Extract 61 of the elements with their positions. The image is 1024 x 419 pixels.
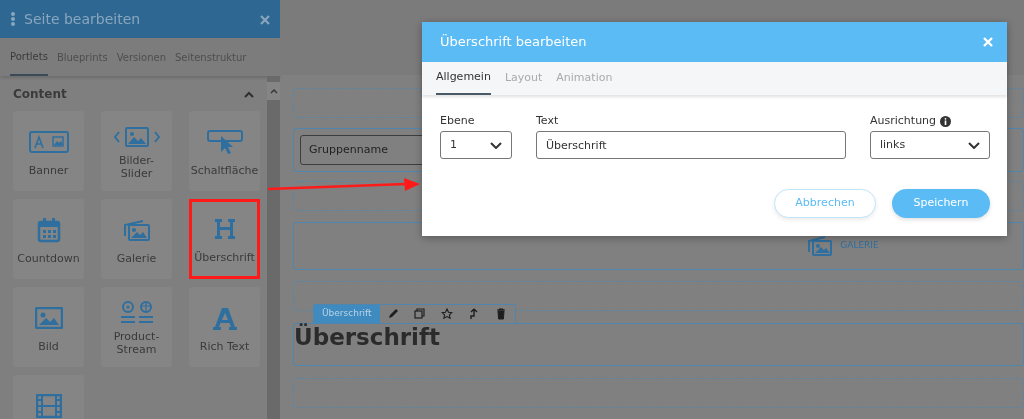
chevron-down-icon [490,141,502,149]
collapse-toggle[interactable] [244,90,254,98]
cancel-button[interactable]: Abbrechen [774,189,876,218]
section-title: Content [13,86,67,103]
portlet-tile[interactable]: Countdown [13,199,84,279]
field-label: Ebene [440,112,475,129]
letter-a-icon [212,306,237,330]
portlet-label: Banner [28,165,69,178]
dialog-tab[interactable]: Animation [556,62,613,95]
film-icon [35,394,62,418]
panel-title: Seite bearbeiten [24,9,142,29]
portlet-label: Überschrift [194,252,255,265]
dialog-tab[interactable]: Allgemein [436,62,491,95]
portlet-label: Bild [38,341,59,354]
portlet-tile[interactable]: Schaltfläche [189,111,260,191]
portlet-tile[interactable]: Rich Text [189,287,260,367]
chevron-up-icon [244,90,254,98]
scroll-up-button[interactable] [267,82,280,100]
banner-icon [28,131,69,153]
portlet-label: Countdown [17,253,80,266]
star-icon [441,308,454,320]
duplicate-icon [414,308,427,320]
dialog-tab[interactable]: Layout [504,62,543,95]
close-icon [983,37,993,47]
heading-letter-icon [213,217,236,241]
gallery-icon [808,236,833,256]
portlet-label: Schaltfläche [190,165,259,178]
text-input-field[interactable]: Überschrift [536,131,846,159]
select-field[interactable]: 1 [440,131,512,159]
product-stream-icon [119,301,154,325]
trash-icon [495,308,508,320]
drag-handle-icon[interactable] [10,11,16,27]
close-icon [260,14,270,25]
toolbar-label: Überschrift [314,305,380,323]
save-button[interactable]: Speichern [892,189,990,218]
portlet-tile[interactable]: Product-Stream [101,287,172,367]
pencil-icon [387,308,400,320]
portlet-label: Rich Text [199,341,250,354]
field-label: Ausrichtung [870,112,937,129]
gallery-label: GALERIE [840,239,879,253]
pointer-button-icon [206,130,243,154]
image-slider-icon [113,126,160,148]
chevron-up-icon [269,88,278,94]
portlet-tile[interactable]: Bild [13,287,84,367]
portlet-label: Product-Stream [112,331,161,357]
portlet-tile[interactable]: Galerie [101,199,172,279]
portlet-label: Bilder-Slider [117,155,156,181]
portlet-tile[interactable]: Überschrift [189,199,260,279]
field-label: Text [536,112,559,129]
heading-text: Überschrift [294,324,441,352]
chevron-down-icon [968,141,980,149]
calendar-icon [36,217,61,243]
close-button[interactable] [983,37,993,47]
select-field[interactable]: links [870,131,990,159]
gallery-icon [123,219,150,241]
image-icon [34,307,63,329]
portlet-label: Galerie [116,253,157,266]
portlet-tile[interactable]: Bilder-Slider [101,111,172,191]
dialog-title: Überschrift bearbeiten [440,33,588,52]
panel-tab[interactable]: Portlets [10,38,48,76]
portlet-tile[interactable]: Banner [13,111,84,191]
